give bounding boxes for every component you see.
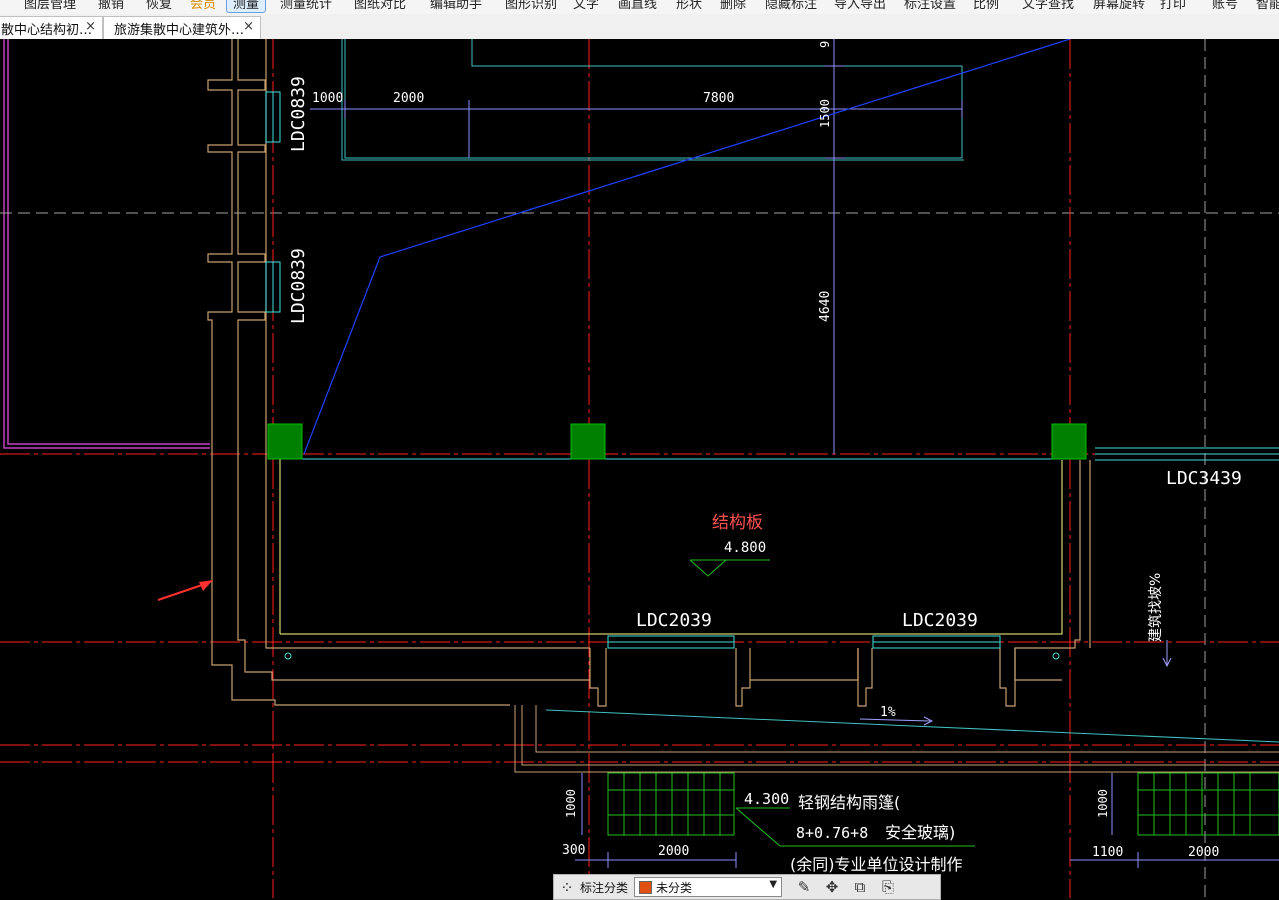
tab-structure[interactable]: 散中心结构初… × bbox=[0, 16, 103, 39]
canopy-note-4: (余同)专业单位设计制作 bbox=[790, 855, 963, 874]
toolbar-redo[interactable]: 恢复 bbox=[146, 0, 172, 12]
close-icon[interactable]: × bbox=[85, 19, 96, 34]
dim-4640: 4640 bbox=[818, 291, 833, 322]
toolbar-measure-stats[interactable]: 测量统计 bbox=[280, 0, 332, 12]
annotation-category-select[interactable]: 未分类 ▼ bbox=[634, 877, 783, 897]
edit-icon[interactable]: ✎ bbox=[790, 878, 818, 896]
window-label-ldc2039-right: LDC2039 bbox=[902, 610, 978, 631]
canopy-note-3: 安全玻璃) bbox=[885, 823, 955, 842]
canopy-note-2: 8+0.76+8 bbox=[796, 824, 868, 842]
dim-bottom-300: 300 bbox=[562, 843, 585, 858]
toolbar-shape-recog[interactable]: 图形识别 bbox=[505, 0, 557, 12]
top-toolbar: 图层管理 撤销 恢复 会员 测量 测量统计 图纸对比 编辑助手 图形识别 文字 … bbox=[0, 0, 1279, 14]
tab-label: 散中心结构初… bbox=[1, 22, 93, 38]
document-tabs: 散中心结构初… × 旅游集散中心建筑外… × bbox=[0, 14, 1279, 40]
dim-2000: 2000 bbox=[393, 91, 424, 106]
category-select-value: 未分类 bbox=[656, 880, 693, 895]
toolbar-import-export[interactable]: 导入导出 bbox=[834, 0, 886, 12]
dim-bottom-2000-right: 2000 bbox=[1188, 845, 1219, 860]
move-icon[interactable]: ✥ bbox=[818, 878, 846, 896]
toolbar-hide-annot[interactable]: 隐藏标注 bbox=[765, 0, 817, 12]
tab-architecture[interactable]: 旅游集散中心建筑外… × bbox=[103, 16, 261, 39]
toolbar-print[interactable]: 打印 bbox=[1160, 0, 1186, 12]
toolbar-smart[interactable]: 智能 bbox=[1256, 0, 1279, 12]
toolbar-annot-settings[interactable]: 标注设置 bbox=[904, 0, 956, 12]
chevron-down-icon: ▼ bbox=[769, 879, 778, 890]
slab-label: 结构板 bbox=[712, 513, 763, 533]
close-icon[interactable]: × bbox=[243, 19, 254, 34]
toolbar-line[interactable]: 画直线 bbox=[618, 0, 657, 12]
slope-percent: 1% bbox=[880, 705, 896, 720]
canopy-note-1: 轻钢结构雨篷( bbox=[798, 793, 900, 812]
toolbar-rotate[interactable]: 屏幕旋转 bbox=[1093, 0, 1145, 12]
dim-7800: 7800 bbox=[703, 91, 734, 106]
dim-9: 9 bbox=[818, 41, 832, 48]
grid-menu-icon[interactable]: ⁘ bbox=[554, 878, 580, 897]
toolbar-undo[interactable]: 撤销 bbox=[98, 0, 124, 12]
toolbar-shape[interactable]: 形状 bbox=[676, 0, 702, 12]
window-label-ldc0839-bottom: LDC0839 bbox=[288, 248, 309, 324]
annotation-bar: ⁘ 标注分类 未分类 ▼ ✎ ✥ ⧉ ⎘ bbox=[553, 874, 941, 900]
dim-1000: 1000 bbox=[312, 91, 343, 106]
paste-icon[interactable]: ⎘ bbox=[874, 878, 902, 896]
toolbar-member[interactable]: 会员 bbox=[190, 0, 216, 12]
window-label-ldc2039-left: LDC2039 bbox=[636, 610, 712, 631]
toolbar-scale[interactable]: 比例 bbox=[973, 0, 999, 12]
toolbar-text-find[interactable]: 文字查找 bbox=[1022, 0, 1074, 12]
toolbar-layer-manage[interactable]: 图层管理 bbox=[24, 0, 76, 12]
toolbar-delete[interactable]: 删除 bbox=[720, 0, 746, 12]
dim-bottom-1100: 1100 bbox=[1092, 845, 1123, 860]
toolbar-compare[interactable]: 图纸对比 bbox=[354, 0, 406, 12]
dim-bottom-1000-left: 1000 bbox=[564, 789, 578, 818]
canopy-level: 4.300 bbox=[744, 790, 789, 808]
tab-label: 旅游集散中心建筑外… bbox=[114, 22, 245, 38]
drawing-canvas[interactable]: 1000 2000 7800 1500 4640 9 LDC0839 LDC08… bbox=[0, 39, 1279, 898]
toolbar-measure[interactable]: 测量 bbox=[226, 0, 267, 13]
copy-icon[interactable]: ⧉ bbox=[846, 878, 874, 896]
annotation-category-label: 标注分类 bbox=[580, 880, 629, 895]
toolbar-account[interactable]: 账号 bbox=[1212, 0, 1238, 12]
window-label-ldc0839-top: LDC0839 bbox=[288, 76, 309, 152]
category-color-swatch bbox=[639, 880, 653, 894]
toolbar-text[interactable]: 文字 bbox=[573, 0, 599, 12]
slab-level: 4.800 bbox=[724, 540, 766, 556]
dim-1500: 1500 bbox=[818, 99, 832, 128]
slope-note: 建筑找坡% bbox=[1148, 573, 1164, 642]
dim-bottom-2000-left: 2000 bbox=[658, 844, 689, 859]
toolbar-edit-assist[interactable]: 编辑助手 bbox=[430, 0, 482, 12]
canvas-background bbox=[0, 39, 1279, 898]
window-label-ldc3439: LDC3439 bbox=[1166, 468, 1242, 489]
dim-bottom-1000-right: 1000 bbox=[1096, 789, 1110, 818]
